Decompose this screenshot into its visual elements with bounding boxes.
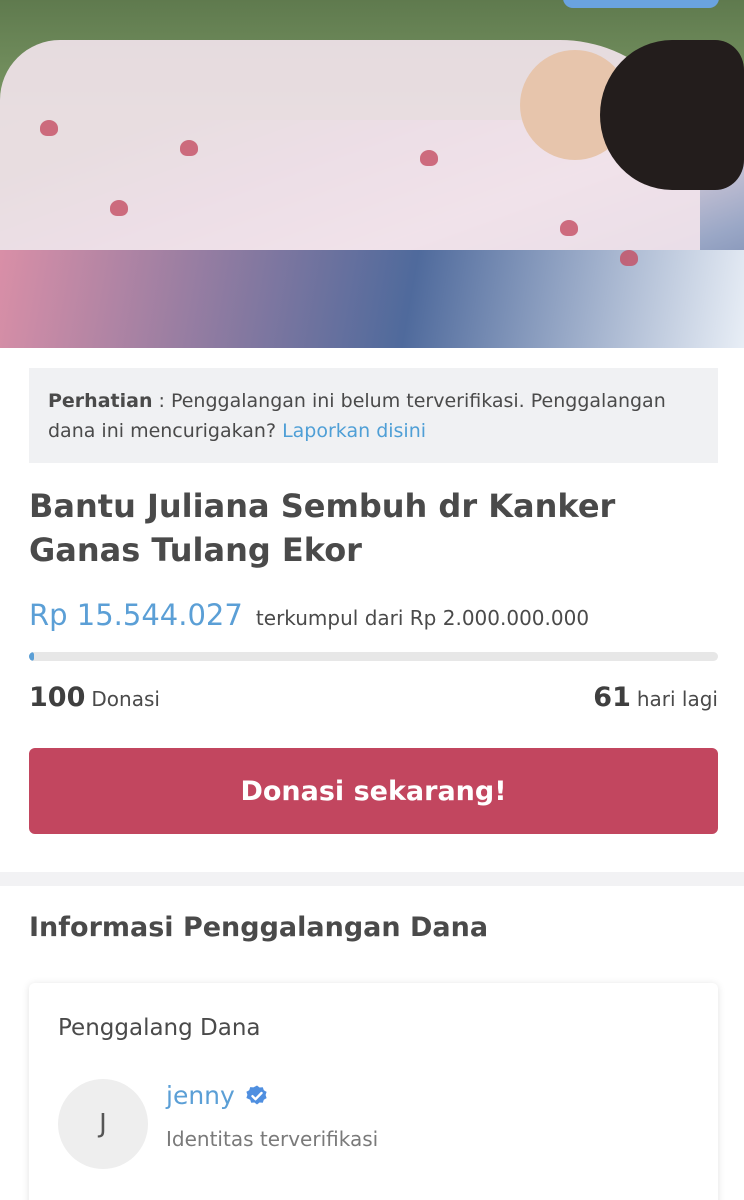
organizer-card: Penggalang Dana J jenny Identitas terver… xyxy=(29,983,718,1200)
donate-now-button[interactable]: Donasi sekarang! xyxy=(29,748,718,834)
organizer-card-title: Penggalang Dana xyxy=(58,1015,261,1041)
progress-bar xyxy=(29,652,718,661)
donation-count: 100 Donasi xyxy=(29,682,160,713)
days-remaining-label: hari lagi xyxy=(636,687,718,711)
amount-row: Rp 15.544.027 terkumpul dari Rp 2.000.00… xyxy=(29,598,589,632)
organizer-status: Identitas terverifikasi xyxy=(166,1127,379,1151)
avatar-initial: J xyxy=(99,1109,107,1139)
progress-fill xyxy=(29,652,35,661)
campaign-photo xyxy=(0,0,744,348)
amount-raised: Rp 15.544.027 xyxy=(29,598,243,632)
amount-target: terkumpul dari Rp 2.000.000.000 xyxy=(255,606,590,630)
days-remaining-number: 61 xyxy=(593,682,631,713)
organizer-name-row: jenny xyxy=(166,1081,269,1110)
donation-count-number: 100 xyxy=(29,682,86,713)
verification-notice: Perhatian : Penggalangan ini belum terve… xyxy=(29,368,718,463)
report-link[interactable]: Laporkan disini xyxy=(282,420,426,442)
fundraising-info-title: Informasi Penggalangan Dana xyxy=(29,912,489,943)
campaign-title: Bantu Juliana Sembuh dr Kanker Ganas Tul… xyxy=(29,487,616,569)
days-remaining: 61 hari lagi xyxy=(593,682,718,713)
organizer-name-link[interactable]: jenny xyxy=(166,1081,235,1110)
avatar[interactable]: J xyxy=(58,1079,148,1169)
donation-count-label: Donasi xyxy=(91,687,160,711)
verified-check-icon xyxy=(246,1085,267,1104)
notice-label: Perhatian xyxy=(48,390,153,412)
section-divider xyxy=(0,872,744,886)
photo-top-button[interactable] xyxy=(563,0,719,8)
